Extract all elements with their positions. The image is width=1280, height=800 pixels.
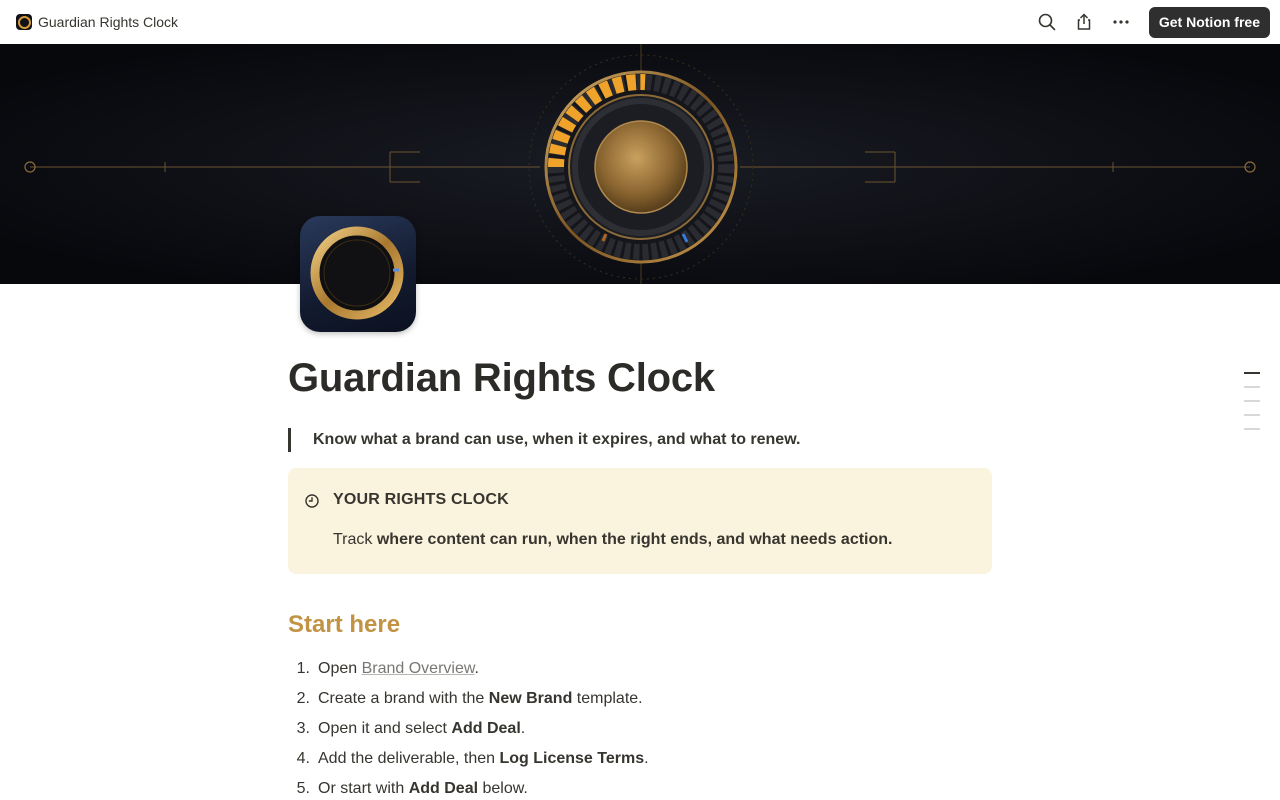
toc-line[interactable] bbox=[1244, 400, 1260, 402]
toc-line[interactable] bbox=[1244, 414, 1260, 416]
get-notion-free-button[interactable]: Get Notion free bbox=[1148, 6, 1270, 38]
step-text: Open Brand Overview. bbox=[318, 660, 479, 677]
step-text: Add the deliverable, then Log License Te… bbox=[318, 750, 649, 767]
table-of-contents-minimap[interactable] bbox=[1244, 372, 1260, 442]
step-number: 4. bbox=[296, 750, 310, 767]
list-item: 2. Create a brand with the New Brand tem… bbox=[288, 687, 649, 717]
search-icon[interactable] bbox=[1033, 8, 1061, 36]
callout-block: YOUR RIGHTS CLOCK Track where content ca… bbox=[288, 468, 992, 574]
callout-body-plain: Track bbox=[333, 531, 373, 548]
start-here-heading: Start here bbox=[288, 611, 401, 638]
brand-overview-link[interactable]: Brand Overview bbox=[362, 660, 475, 677]
list-item: 5. Or start with Add Deal below. bbox=[288, 777, 649, 800]
page-icon-dial-icon[interactable] bbox=[300, 216, 416, 332]
callout-title: YOUR RIGHTS CLOCK bbox=[333, 491, 509, 508]
step-text: Or start with Add Deal below. bbox=[318, 780, 528, 797]
clock-icon bbox=[304, 493, 320, 509]
step-number: 3. bbox=[296, 720, 310, 737]
step-number: 5. bbox=[296, 780, 310, 797]
quote-block: Know what a brand can use, when it expir… bbox=[288, 428, 801, 452]
site-title[interactable]: Guardian Rights Clock bbox=[38, 14, 178, 30]
list-item: 1. Open Brand Overview. bbox=[288, 657, 649, 687]
toc-line[interactable] bbox=[1244, 386, 1260, 388]
topbar-actions: Get Notion free bbox=[1024, 6, 1270, 38]
page-title: Guardian Rights Clock bbox=[288, 356, 715, 400]
list-item: 4. Add the deliverable, then Log License… bbox=[288, 747, 649, 777]
callout-body: Track where content can run, when the ri… bbox=[333, 531, 892, 549]
more-icon[interactable] bbox=[1107, 8, 1135, 36]
start-here-steps: 1. Open Brand Overview. 2. Create a bran… bbox=[288, 657, 649, 800]
top-bar: Guardian Rights Clock Get Notion free bbox=[0, 0, 1280, 44]
step-number: 1. bbox=[296, 660, 310, 677]
step-text: Create a brand with the New Brand templa… bbox=[318, 690, 643, 707]
list-item: 3. Open it and select Add Deal. bbox=[288, 717, 649, 747]
share-icon[interactable] bbox=[1070, 8, 1098, 36]
callout-body-bold: where content can run, when the right en… bbox=[376, 531, 893, 548]
toc-line[interactable] bbox=[1244, 428, 1260, 430]
cover-image bbox=[0, 44, 1280, 284]
toc-line-active[interactable] bbox=[1244, 372, 1260, 374]
step-text: Open it and select Add Deal. bbox=[318, 720, 526, 737]
step-number: 2. bbox=[296, 690, 310, 707]
site-favicon-icon bbox=[16, 14, 32, 30]
